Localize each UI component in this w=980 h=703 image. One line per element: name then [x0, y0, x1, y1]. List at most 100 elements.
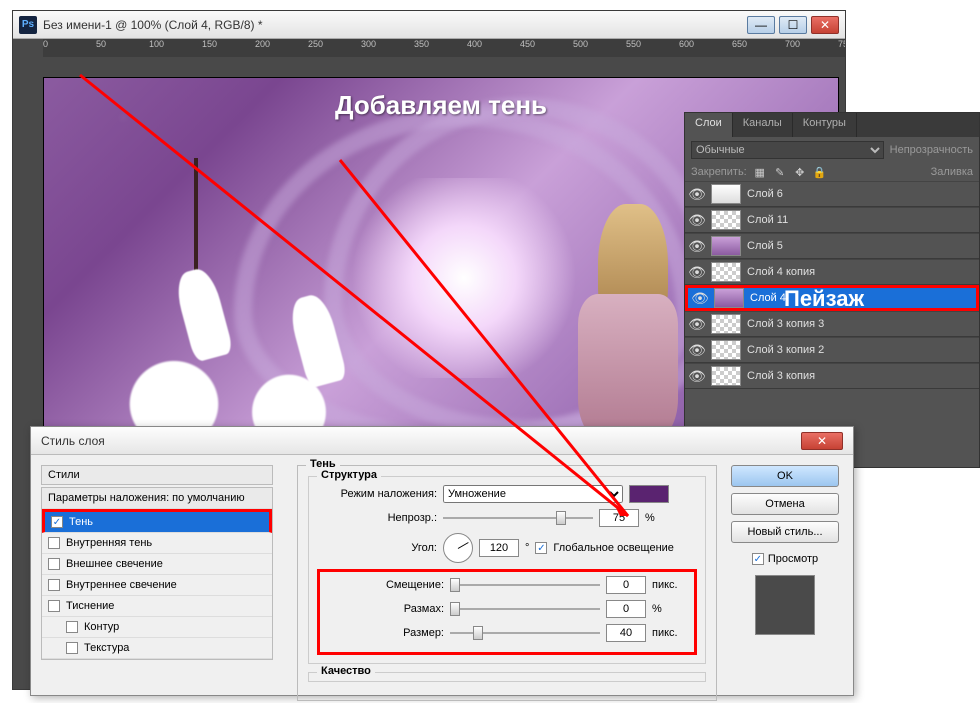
- ruler-tick: 400: [467, 39, 482, 49]
- ruler-tick: 100: [149, 39, 164, 49]
- layer-annotation: Пейзаж: [784, 286, 864, 312]
- style-label: Внутренняя тень: [66, 537, 152, 549]
- visibility-eye-icon[interactable]: 👁: [689, 212, 705, 228]
- lock-transparent-icon[interactable]: ▦: [753, 165, 767, 179]
- visibility-eye-icon[interactable]: 👁: [689, 186, 705, 202]
- opacity-slider[interactable]: [443, 511, 593, 525]
- window-title: Без имени-1 @ 100% (Слой 4, RGB/8) *: [43, 18, 747, 32]
- layer-style-dialog: Стиль слоя ✕ Стили Параметры наложения: …: [30, 426, 854, 696]
- layer-row[interactable]: 👁Слой 6: [685, 181, 979, 207]
- window-buttons: — ☐ ✕: [747, 16, 839, 34]
- lock-brush-icon[interactable]: ✎: [773, 165, 787, 179]
- shadow-color-swatch[interactable]: [629, 485, 669, 503]
- ruler-tick: 650: [732, 39, 747, 49]
- style-checkbox[interactable]: [48, 558, 60, 570]
- ruler-tick: 50: [96, 39, 106, 49]
- layer-row[interactable]: 👁 Слой 4Пейзаж: [685, 285, 979, 311]
- styles-column: Стили Параметры наложения: по умолчанию✓…: [41, 465, 273, 685]
- dialog-titlebar: Стиль слоя ✕: [31, 427, 853, 455]
- maximize-button[interactable]: ☐: [779, 16, 807, 34]
- spread-slider[interactable]: [450, 602, 600, 616]
- cancel-button[interactable]: Отмена: [731, 493, 839, 515]
- lock-row: Закрепить: ▦ ✎ ✥ 🔒 Заливка: [685, 163, 979, 181]
- distance-row: Смещение: пикс.: [324, 576, 690, 594]
- tab-channels[interactable]: Каналы: [733, 113, 793, 137]
- opacity-input[interactable]: [599, 509, 639, 527]
- blend-row: Обычные Непрозрачность: [685, 137, 979, 163]
- style-item[interactable]: Внутренняя тень: [42, 533, 272, 554]
- visibility-eye-icon[interactable]: 👁: [689, 368, 705, 384]
- visibility-eye-icon[interactable]: 👁: [692, 290, 708, 306]
- layer-thumbnail: [714, 288, 744, 308]
- lock-move-icon[interactable]: ✥: [793, 165, 807, 179]
- style-checkbox[interactable]: [48, 579, 60, 591]
- layer-thumbnail: [711, 314, 741, 334]
- fill-label: Заливка: [931, 166, 973, 178]
- visibility-eye-icon[interactable]: 👁: [689, 264, 705, 280]
- preview-swatch: [755, 575, 815, 635]
- style-checkbox[interactable]: ✓: [51, 516, 63, 528]
- size-slider[interactable]: [450, 626, 600, 640]
- tab-layers[interactable]: Слои: [685, 113, 733, 137]
- ok-button[interactable]: OK: [731, 465, 839, 487]
- layer-name-label: Слой 11: [747, 214, 788, 226]
- preview-row: ✓ Просмотр: [752, 553, 818, 565]
- global-light-checkbox[interactable]: ✓: [535, 542, 547, 554]
- layer-row[interactable]: 👁Слой 5: [685, 233, 979, 259]
- layer-row[interactable]: 👁 Слой 11: [685, 207, 979, 233]
- ruler-tick: 500: [573, 39, 588, 49]
- ruler-tick: 250: [308, 39, 323, 49]
- style-checkbox[interactable]: [66, 642, 78, 654]
- layer-list: 👁Слой 6👁Слой 11👁Слой 5👁Слой 4 копия👁Слой…: [685, 181, 979, 389]
- spread-input[interactable]: [606, 600, 646, 618]
- style-checkbox[interactable]: [66, 621, 78, 633]
- layer-name-label: Слой 4: [750, 292, 786, 304]
- opacity-row: Непрозр.: %: [317, 509, 697, 527]
- style-item[interactable]: Параметры наложения: по умолчанию: [42, 488, 272, 509]
- layer-thumbnail: [711, 210, 741, 230]
- distance-spread-size-group: Смещение: пикс. Размах: % Размер: [317, 569, 697, 655]
- visibility-eye-icon[interactable]: 👁: [689, 316, 705, 332]
- minimize-button[interactable]: —: [747, 16, 775, 34]
- layer-row[interactable]: 👁Слой 4 копия: [685, 259, 979, 285]
- tab-paths[interactable]: Контуры: [793, 113, 857, 137]
- lock-all-icon[interactable]: 🔒: [813, 165, 827, 179]
- blend-mode-select[interactable]: Умножение: [443, 485, 623, 503]
- ruler-tick: 450: [520, 39, 535, 49]
- style-label: Внешнее свечение: [66, 558, 163, 570]
- style-label: Параметры наложения: по умолчанию: [48, 492, 245, 504]
- angle-dial[interactable]: [443, 533, 473, 563]
- ruler-tick: 200: [255, 39, 270, 49]
- dialog-close-button[interactable]: ✕: [801, 432, 843, 450]
- style-item[interactable]: Внешнее свечение: [42, 554, 272, 575]
- distance-input[interactable]: [606, 576, 646, 594]
- ruler-tick: 0: [43, 39, 48, 49]
- style-checkbox[interactable]: [48, 600, 60, 612]
- close-button[interactable]: ✕: [811, 16, 839, 34]
- new-style-button[interactable]: Новый стиль...: [731, 521, 839, 543]
- ruler-tick: 350: [414, 39, 429, 49]
- ruler-tick: 750: [838, 39, 845, 49]
- size-input[interactable]: [606, 624, 646, 642]
- style-item[interactable]: ✓Тень: [42, 509, 272, 533]
- layer-thumbnail: [711, 340, 741, 360]
- layer-row[interactable]: 👁Слой 3 копия: [685, 363, 979, 389]
- style-item[interactable]: Контур: [42, 617, 272, 638]
- quality-groupbox: Качество: [308, 672, 706, 682]
- style-item[interactable]: Текстура: [42, 638, 272, 659]
- layer-row[interactable]: 👁Слой 3 копия 3: [685, 311, 979, 337]
- angle-input[interactable]: [479, 539, 519, 557]
- layer-name-label: Слой 3 копия 2: [747, 344, 824, 356]
- ruler-tick: 700: [785, 39, 800, 49]
- style-item[interactable]: Тиснение: [42, 596, 272, 617]
- distance-slider[interactable]: [450, 578, 600, 592]
- blend-mode-select[interactable]: Обычные: [691, 141, 884, 159]
- annotation-title: Добавляем тень: [335, 90, 547, 121]
- layer-row[interactable]: 👁 Слой 3 копия 2: [685, 337, 979, 363]
- style-item[interactable]: Внутреннее свечение: [42, 575, 272, 596]
- properties-column: Тень Структура Режим наложения: Умножени…: [283, 465, 717, 685]
- visibility-eye-icon[interactable]: 👁: [689, 342, 705, 358]
- preview-checkbox[interactable]: ✓: [752, 553, 764, 565]
- style-checkbox[interactable]: [48, 537, 60, 549]
- visibility-eye-icon[interactable]: 👁: [689, 238, 705, 254]
